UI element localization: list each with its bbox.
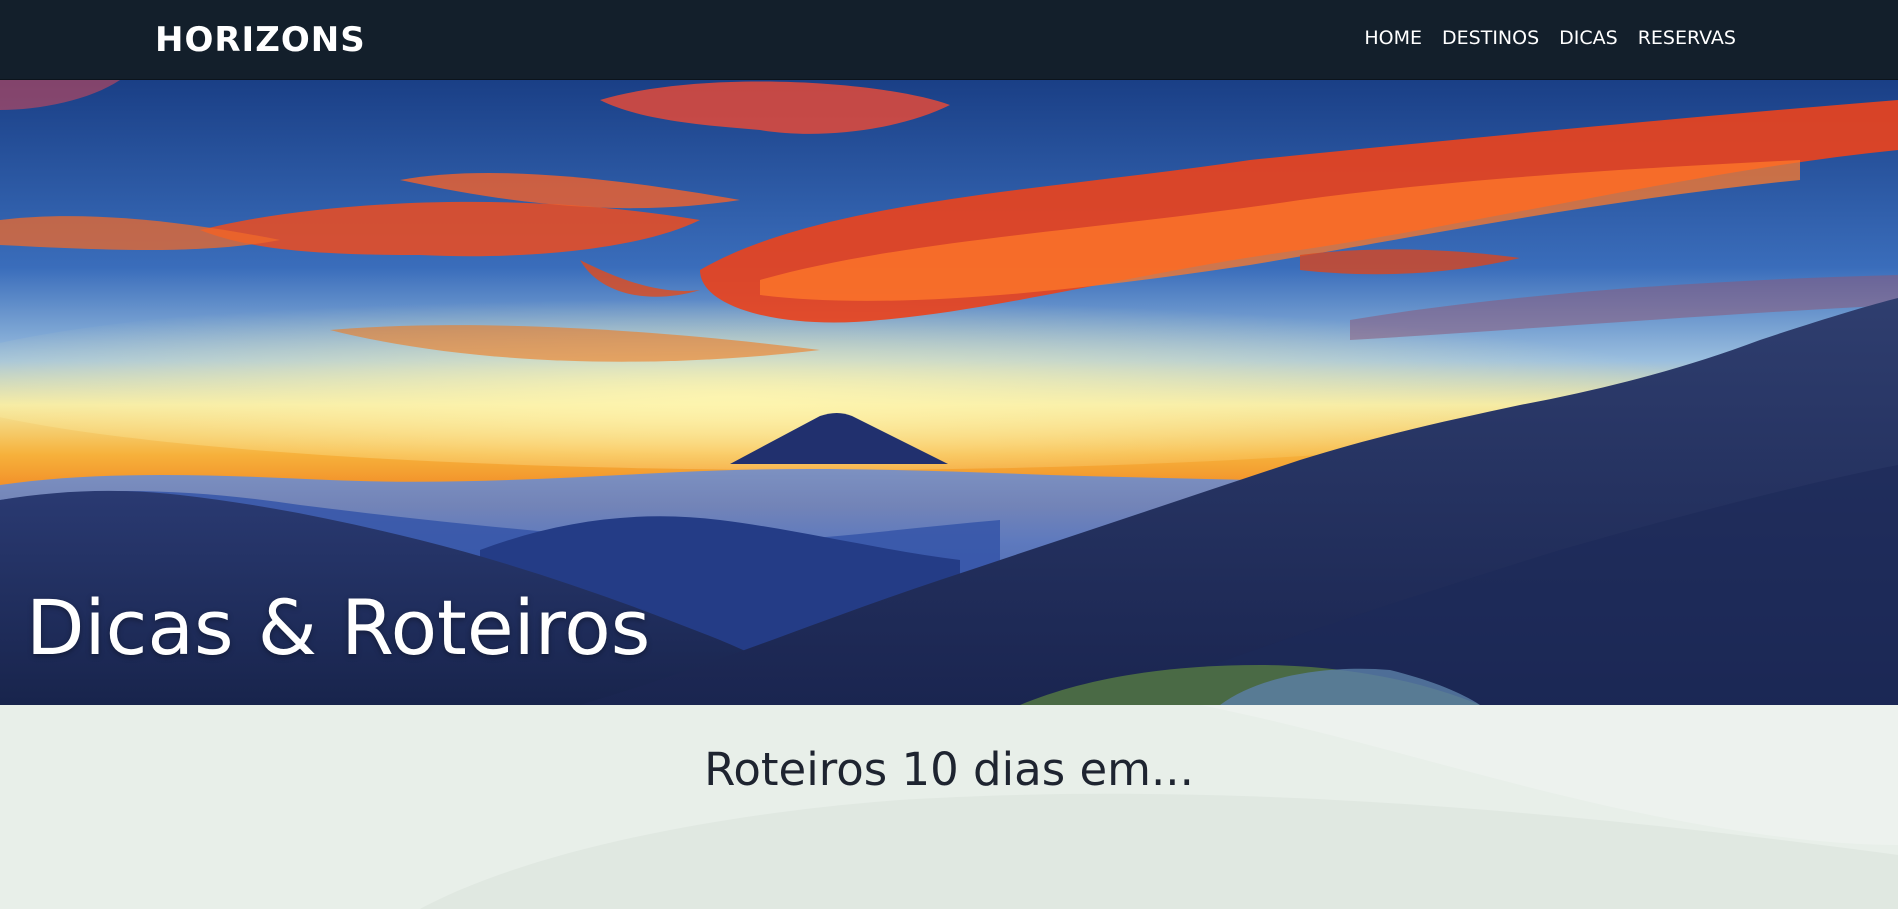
- hero-banner: Dicas & Roteiros: [0, 80, 1898, 705]
- nav-dicas-link[interactable]: DICAS: [1559, 27, 1618, 49]
- nav-reservas-link[interactable]: RESERVAS: [1638, 27, 1736, 49]
- main-nav: HOME DESTINOS DICAS RESERVAS: [1364, 27, 1736, 49]
- nav-destinos-link[interactable]: DESTINOS: [1442, 27, 1539, 49]
- main-content: Roteiros 10 dias em...: [0, 705, 1898, 909]
- site-header: HORIZONS HOME DESTINOS DICAS RESERVAS: [0, 0, 1898, 80]
- nav-home-link[interactable]: HOME: [1364, 27, 1422, 49]
- decorative-wave-background: [420, 705, 1898, 909]
- section-title: Roteiros 10 dias em...: [704, 743, 1194, 796]
- hero-title: Dicas & Roteiros: [26, 583, 651, 672]
- brand-logo[interactable]: HORIZONS: [155, 20, 366, 60]
